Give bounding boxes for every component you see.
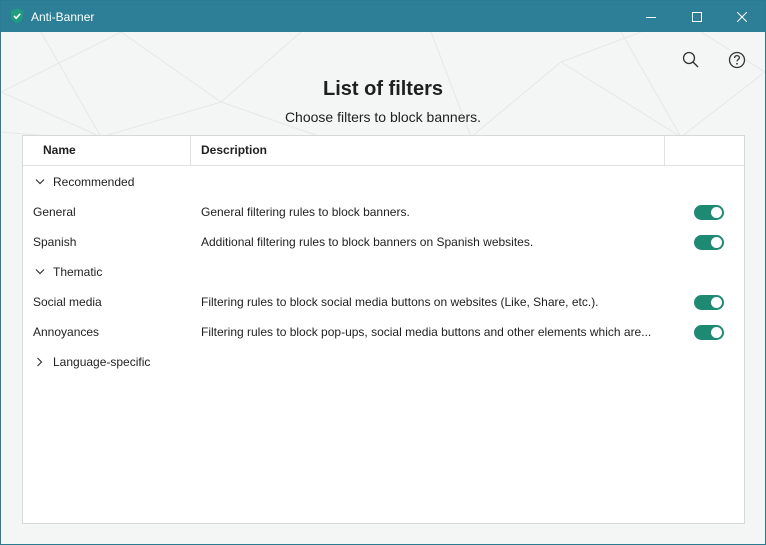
search-icon xyxy=(682,51,699,68)
column-header-name[interactable]: Name xyxy=(43,136,76,165)
filter-toggle[interactable] xyxy=(694,325,724,340)
table-header: Name Description xyxy=(23,136,744,166)
search-button[interactable] xyxy=(681,50,701,70)
page-title: List of filters xyxy=(322,78,443,100)
minimize-button[interactable] xyxy=(628,1,674,32)
table-row[interactable]: Spanish Additional filtering rules to bl… xyxy=(23,227,744,257)
window-title: Anti-Banner xyxy=(31,10,95,24)
close-icon xyxy=(737,11,747,22)
column-separator[interactable] xyxy=(190,136,191,165)
chevron-down-icon xyxy=(35,269,45,275)
title-bar[interactable]: Anti-Banner xyxy=(1,1,765,32)
page-subtitle: Choose filters to block banners. xyxy=(284,109,482,125)
filter-toggle[interactable] xyxy=(694,295,724,310)
help-button[interactable] xyxy=(727,50,747,70)
filter-name: Annoyances xyxy=(33,325,100,339)
chevron-down-icon xyxy=(35,179,45,185)
toggle-knob xyxy=(711,207,722,218)
anti-banner-window: Anti-Banner List of filters Choose filte… xyxy=(0,0,766,545)
close-button[interactable] xyxy=(719,1,765,32)
group-row-recommended[interactable]: Recommended xyxy=(23,167,744,197)
group-label: Recommended xyxy=(53,175,135,189)
filter-description: Filtering rules to block social media bu… xyxy=(201,295,599,309)
filter-name: Social media xyxy=(33,295,102,309)
table-row[interactable]: Annoyances Filtering rules to block pop-… xyxy=(23,317,744,347)
filter-description: Filtering rules to block pop-ups, social… xyxy=(201,325,652,339)
toggle-knob xyxy=(711,327,722,338)
filter-description: General filtering rules to block banners… xyxy=(201,205,410,219)
chevron-right-icon xyxy=(37,357,43,367)
filter-toggle[interactable] xyxy=(694,235,724,250)
group-row-language-specific[interactable]: Language-specific xyxy=(23,347,744,377)
maximize-icon xyxy=(692,11,702,22)
filter-name: Spanish xyxy=(33,235,77,249)
group-row-thematic[interactable]: Thematic xyxy=(23,257,744,287)
filter-description: Additional filtering rules to block bann… xyxy=(201,235,534,249)
group-label: Language-specific xyxy=(53,355,151,369)
toggle-knob xyxy=(711,237,722,248)
shield-check-icon xyxy=(11,8,23,24)
column-header-description[interactable]: Description xyxy=(201,136,267,165)
filters-table: Name Description Recommended General Gen… xyxy=(22,135,745,524)
maximize-button[interactable] xyxy=(674,1,720,32)
minimize-icon xyxy=(646,16,656,18)
help-icon xyxy=(728,51,746,69)
main-content: List of filters Choose filters to block … xyxy=(1,32,765,544)
table-row[interactable]: Social media Filtering rules to block so… xyxy=(23,287,744,317)
filter-toggle[interactable] xyxy=(694,205,724,220)
column-separator[interactable] xyxy=(664,136,665,165)
toggle-knob xyxy=(711,297,722,308)
filter-name: General xyxy=(33,205,76,219)
table-row[interactable]: General General filtering rules to block… xyxy=(23,197,744,227)
group-label: Thematic xyxy=(53,265,103,279)
